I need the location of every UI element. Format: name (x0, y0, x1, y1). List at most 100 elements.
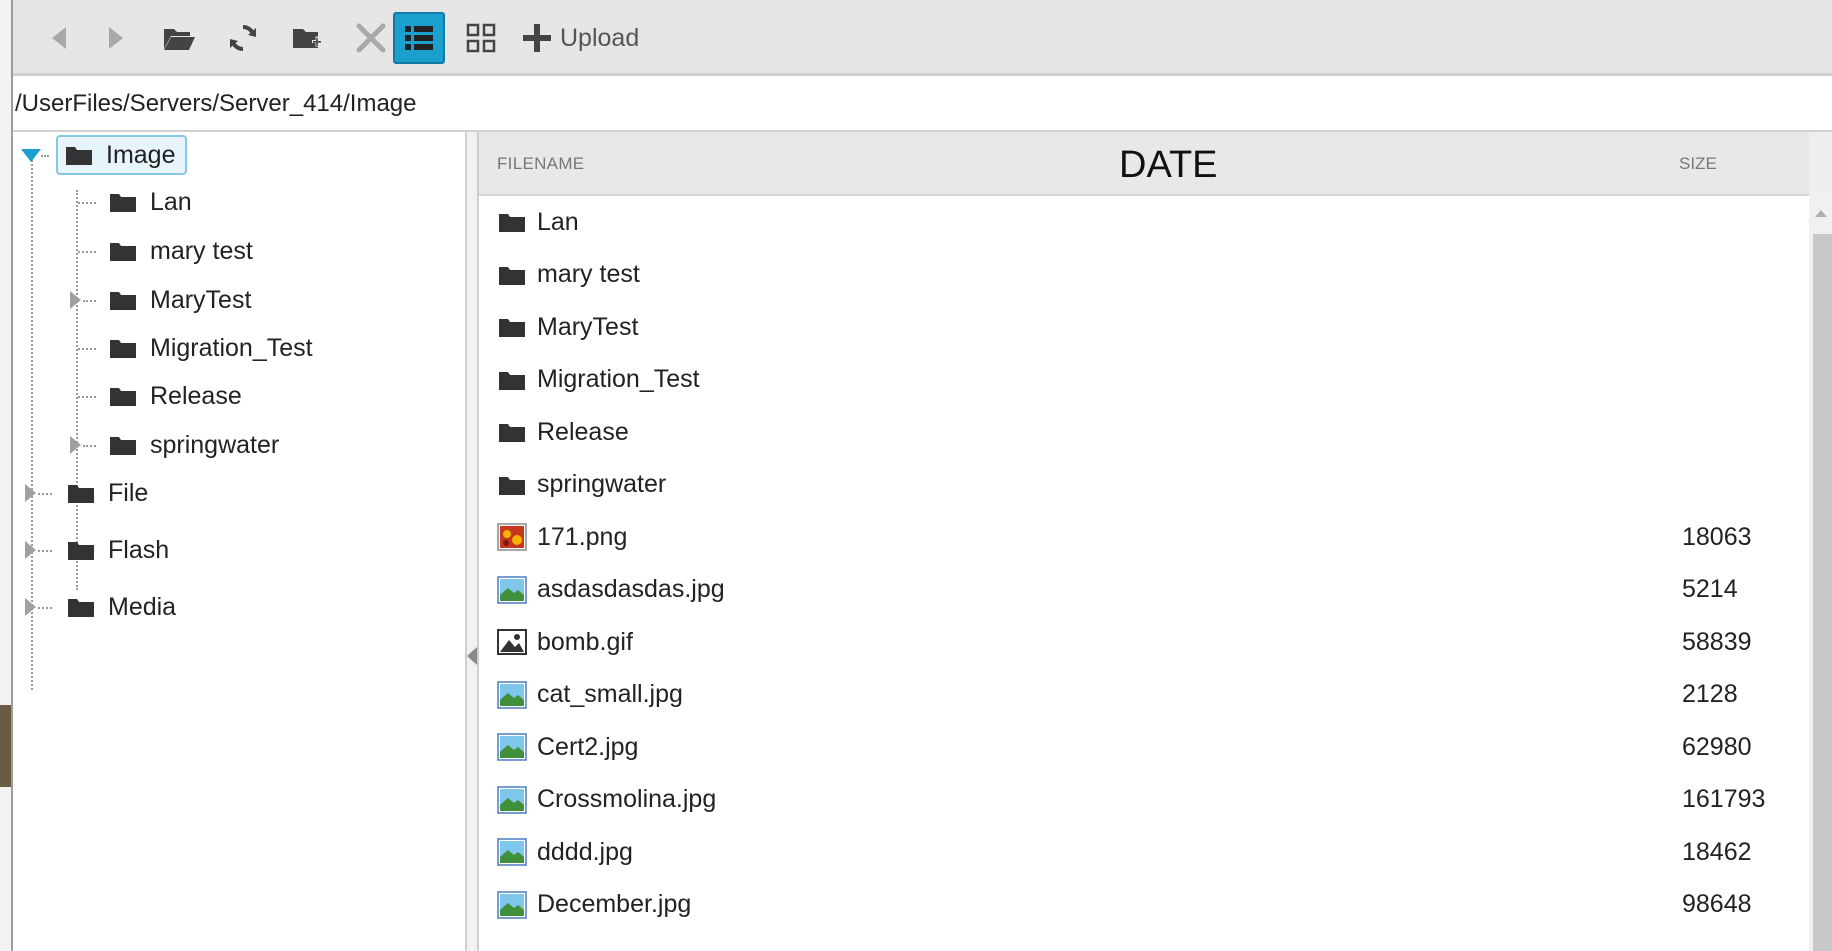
column-header-size[interactable]: SIZE (1679, 132, 1717, 196)
open-folder-button[interactable] (153, 12, 205, 64)
list-item[interactable]: mary test (479, 249, 1809, 301)
file-size: 18063 (1682, 522, 1752, 551)
folder-icon (497, 417, 527, 447)
column-header-filename[interactable]: FILENAME (497, 132, 584, 196)
table-row[interactable]: bomb.gif 58839 (479, 616, 1809, 668)
file-name: springwater (537, 470, 667, 498)
tree-item-lan[interactable]: Lan (110, 182, 192, 222)
table-row[interactable]: dddd.jpg 18462 (479, 826, 1809, 878)
tree-connector (83, 300, 96, 302)
table-row[interactable]: December.jpg 98648 (479, 879, 1809, 931)
tree-item-marytest[interactable]: MaryTest (110, 280, 251, 320)
folder-icon (66, 147, 92, 165)
current-path: /UserFiles/Servers/Server_414/Image (13, 76, 1832, 132)
tree-connector (78, 202, 96, 204)
upload-button[interactable]: Upload (522, 12, 639, 64)
tree-connector (38, 607, 52, 609)
jpg-image-icon (497, 732, 527, 762)
tree-item-release[interactable]: Release (110, 376, 242, 416)
expand-toggle-file[interactable] (25, 484, 36, 502)
table-row[interactable]: Crossmolina.jpg 161793 (479, 774, 1809, 826)
tree-connector (41, 155, 49, 157)
tree-connector (83, 445, 96, 447)
file-name: Release (537, 417, 629, 446)
tree-connector (38, 493, 52, 495)
tree-item-flash[interactable]: Flash (68, 530, 169, 570)
jpg-image-icon (497, 837, 527, 867)
folder-icon (110, 194, 136, 212)
grid-view-icon (466, 23, 496, 53)
file-name: dddd.jpg (537, 837, 633, 866)
column-header-date[interactable]: DATE (1119, 132, 1218, 198)
file-name: Cert2.jpg (537, 732, 639, 761)
list-item[interactable]: Lan (479, 196, 1809, 248)
tree-item-media[interactable]: Media (68, 587, 176, 627)
folder-open-icon (164, 29, 195, 50)
file-name: bomb.gif (537, 627, 633, 656)
collapse-arrow-icon[interactable] (467, 647, 477, 665)
table-row[interactable]: cat_small.jpg 2128 (479, 669, 1809, 721)
arrow-right-icon (109, 27, 123, 49)
tree-item-label: Release (150, 381, 242, 410)
list-view-button[interactable] (393, 12, 445, 64)
scrollbar-thumb[interactable] (1813, 234, 1832, 951)
file-name: asdasdasdas.jpg (537, 575, 725, 603)
header-corner (1809, 132, 1832, 196)
forward-button[interactable] (90, 12, 142, 64)
tree-item-label: MaryTest (150, 285, 252, 314)
jpg-image-icon (497, 890, 527, 920)
back-button[interactable] (33, 12, 85, 64)
expand-toggle-flash[interactable] (25, 541, 36, 559)
expand-toggle-media[interactable] (25, 598, 36, 616)
file-size: 2128 (1682, 680, 1738, 708)
jpg-image-icon (497, 575, 527, 605)
list-item[interactable]: MaryTest (479, 301, 1809, 353)
folder-icon (68, 542, 94, 560)
window-edge (0, 0, 13, 951)
png-thumbnail-icon (497, 522, 527, 552)
list-item[interactable]: Release (479, 406, 1809, 458)
upload-label: Upload (560, 23, 640, 52)
expand-toggle-springwater[interactable] (70, 436, 81, 454)
tree-item-migration-test[interactable]: Migration_Test (110, 328, 313, 368)
expand-toggle-marytest[interactable] (70, 291, 81, 309)
tree-item-image[interactable]: Image (56, 135, 188, 175)
file-name: mary test (537, 260, 640, 288)
scroll-up-icon[interactable] (1815, 210, 1827, 217)
tree-item-file[interactable]: File (68, 473, 148, 513)
toolbar: Upload (13, 0, 1832, 76)
table-row[interactable]: asdasdasdas.jpg 5214 (479, 564, 1809, 616)
gif-image-icon (497, 627, 527, 657)
tree-item-label: springwater (150, 430, 280, 459)
file-size: 58839 (1682, 627, 1752, 656)
file-name: MaryTest (537, 312, 639, 341)
tree-connector (78, 396, 96, 398)
close-icon (356, 23, 386, 53)
folder-tree: Image Lan mary test MaryTest Migration_T… (13, 132, 465, 951)
expand-toggle-image[interactable] (21, 149, 41, 162)
tree-item-mary-test[interactable]: mary test (110, 231, 253, 271)
plus-icon (523, 24, 551, 52)
list-item[interactable]: springwater (479, 459, 1809, 511)
tree-item-springwater[interactable]: springwater (110, 425, 279, 465)
new-folder-button[interactable] (281, 12, 333, 64)
tree-item-label: Migration_Test (150, 333, 313, 362)
vertical-scrollbar[interactable] (1809, 196, 1832, 951)
file-list: FILENAME DATE SIZE Lan mary test MaryTes… (479, 132, 1832, 951)
refresh-button[interactable] (217, 12, 269, 64)
tree-item-label: mary test (150, 236, 253, 265)
table-row[interactable]: 171.png 18063 (479, 511, 1809, 563)
folder-icon (110, 243, 136, 261)
tree-connector (78, 348, 96, 350)
panel-splitter[interactable] (465, 132, 479, 951)
tree-connector (78, 251, 96, 253)
file-size: 5214 (1682, 575, 1738, 603)
table-row[interactable]: Cert2.jpg 62980 (479, 721, 1809, 773)
folder-icon (68, 599, 94, 617)
tree-item-label: File (108, 478, 149, 507)
folder-icon (110, 340, 136, 358)
delete-button[interactable] (345, 12, 397, 64)
grid-view-button[interactable] (455, 12, 507, 64)
file-size: 18462 (1682, 837, 1752, 866)
list-item[interactable]: Migration_Test (479, 354, 1809, 406)
